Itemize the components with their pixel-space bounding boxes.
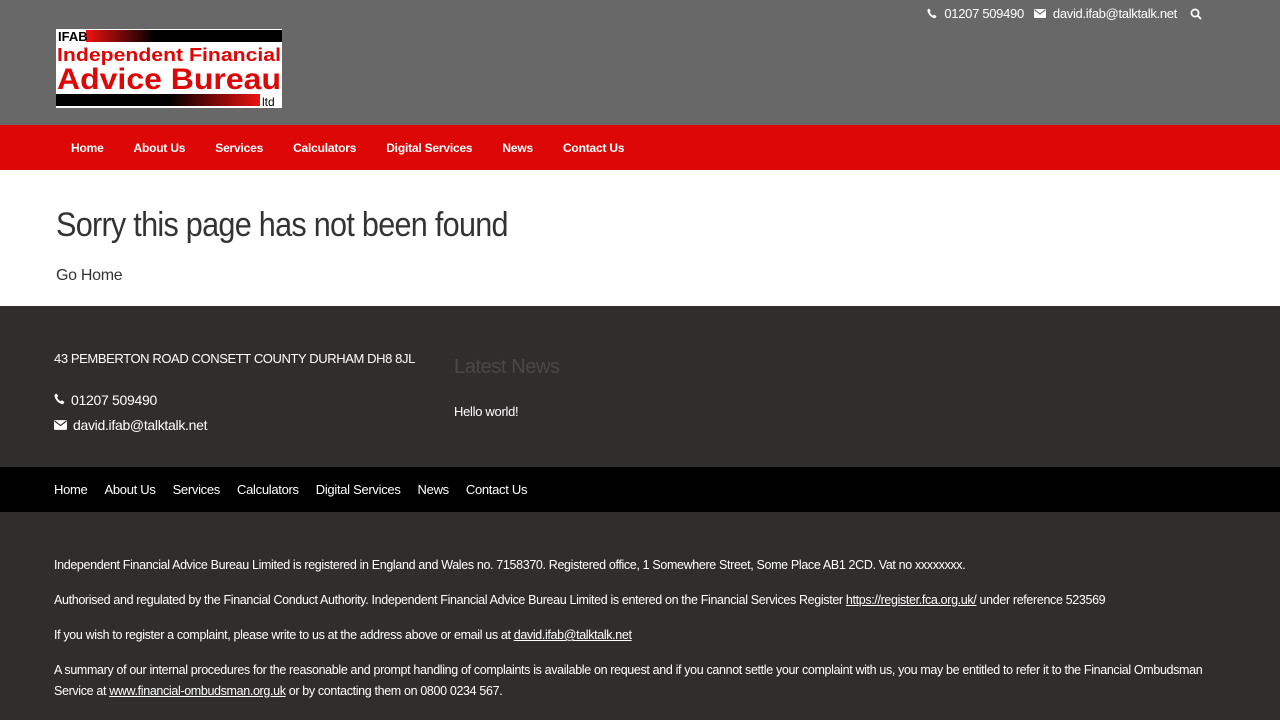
news-item[interactable]: Hello world! bbox=[454, 404, 519, 419]
main-content: Sorry this page has not been found Go Ho… bbox=[0, 170, 1280, 306]
main-nav: Home About Us Services Calculators Digit… bbox=[0, 125, 1280, 170]
footer-phone-text[interactable]: 01207 509490 bbox=[71, 392, 157, 408]
nav-news[interactable]: News bbox=[487, 141, 548, 155]
footer-address: 43 PEMBERTON ROAD CONSETT COUNTY DURHAM … bbox=[54, 351, 415, 366]
page-title: Sorry this page has not been found bbox=[56, 206, 509, 244]
legal-complaints: If you wish to register a complaint, ple… bbox=[54, 625, 1234, 646]
footer-nav-home[interactable]: Home bbox=[54, 482, 88, 497]
footer-nav: Home About Us Services Calculators Digit… bbox=[0, 467, 1280, 512]
footer: 43 PEMBERTON ROAD CONSETT COUNTY DURHAM … bbox=[0, 306, 1280, 467]
logo-line-3: Advice Bureau bbox=[57, 63, 281, 96]
nav-contact-us[interactable]: Contact Us bbox=[548, 141, 639, 155]
ombudsman-link[interactable]: www.financial-ombudsman.org.uk bbox=[109, 684, 286, 698]
legal-registration: Independent Financial Advice Bureau Limi… bbox=[54, 558, 966, 572]
footer-email-text[interactable]: david.ifab@talktalk.net bbox=[73, 417, 207, 433]
nav-digital-services[interactable]: Digital Services bbox=[371, 141, 487, 155]
logo-ifab: IFAB bbox=[58, 29, 88, 44]
nav-home[interactable]: Home bbox=[56, 141, 119, 155]
footer-nav-services[interactable]: Services bbox=[173, 482, 221, 497]
legal-section: Independent Financial Advice Bureau Limi… bbox=[0, 512, 1280, 720]
legal-authorisation-text: Authorised and regulated by the Financia… bbox=[54, 593, 846, 607]
nav-about-us[interactable]: About Us bbox=[119, 141, 201, 155]
search-icon[interactable] bbox=[1190, 8, 1202, 20]
company-logo[interactable]: IFAB Independent Financial Advice Bureau… bbox=[56, 29, 282, 108]
nav-calculators[interactable]: Calculators bbox=[278, 141, 371, 155]
envelope-icon bbox=[1033, 9, 1046, 18]
footer-nav-contact-us[interactable]: Contact Us bbox=[466, 482, 528, 497]
footer-phone: 01207 509490 bbox=[54, 392, 157, 408]
header-bar: 01207 509490 david.ifab@talktalk.net IFA… bbox=[0, 0, 1280, 125]
footer-nav-news[interactable]: News bbox=[418, 482, 450, 497]
phone-icon bbox=[927, 8, 937, 19]
latest-news-heading: Latest News bbox=[454, 356, 560, 378]
top-email[interactable]: david.ifab@talktalk.net bbox=[1053, 6, 1177, 21]
top-phone[interactable]: 01207 509490 bbox=[944, 6, 1024, 21]
top-contact: 01207 509490 david.ifab@talktalk.net bbox=[927, 6, 1202, 21]
footer-nav-digital-services[interactable]: Digital Services bbox=[316, 482, 401, 497]
footer-email: david.ifab@talktalk.net bbox=[54, 417, 207, 433]
complaints-email-link[interactable]: david.ifab@talktalk.net bbox=[514, 628, 632, 642]
envelope-icon bbox=[54, 417, 67, 433]
legal-reference-text: under reference 523569 bbox=[976, 593, 1106, 607]
logo-line-2: Independent Financial bbox=[57, 45, 281, 65]
footer-nav-calculators[interactable]: Calculators bbox=[237, 482, 299, 497]
legal-ombudsman-phone-text: or by contacting them on 0800 0234 567. bbox=[285, 684, 503, 698]
phone-icon bbox=[54, 392, 65, 408]
nav-services[interactable]: Services bbox=[200, 141, 278, 155]
legal-ombudsman: A summary of our internal procedures for… bbox=[54, 660, 1234, 702]
legal-complaints-text: If you wish to register a complaint, ple… bbox=[54, 628, 514, 642]
go-home-link[interactable]: Go Home bbox=[56, 267, 123, 285]
logo-ltd: ltd bbox=[262, 95, 275, 108]
fca-register-link[interactable]: https://register.fca.org.uk/ bbox=[846, 593, 977, 607]
legal-authorisation: Authorised and regulated by the Financia… bbox=[54, 590, 1234, 611]
footer-nav-about-us[interactable]: About Us bbox=[104, 482, 155, 497]
